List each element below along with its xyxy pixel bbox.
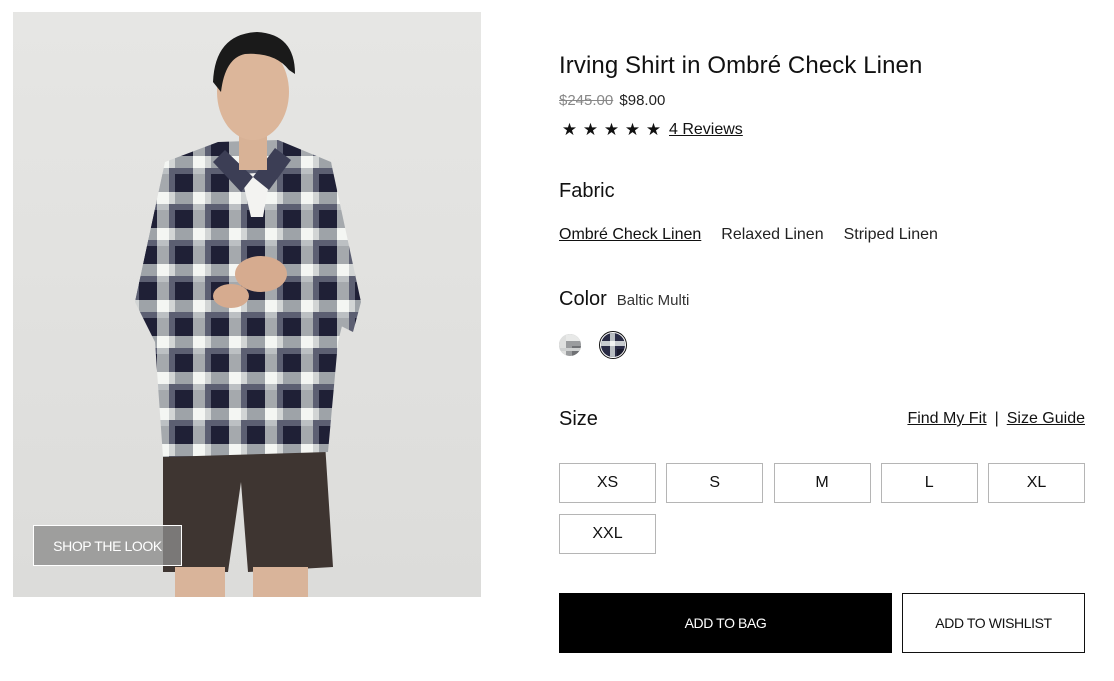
price-row: $245.00 $98.00 xyxy=(559,92,665,109)
grey-check-swatch-icon[interactable] xyxy=(559,334,581,356)
size-button-s[interactable]: S xyxy=(666,463,764,503)
product-title: Irving Shirt in Ombré Check Linen xyxy=(559,52,923,79)
star-icon: ★ xyxy=(645,120,662,139)
rating-row: ★ ★ ★ ★ ★ 4 Reviews xyxy=(559,120,743,140)
baltic-swatch-fill xyxy=(601,333,625,357)
reviews-link[interactable]: 4 Reviews xyxy=(669,121,743,139)
sale-price: $98.00 xyxy=(619,92,666,109)
shop-the-look-label: SHOP THE LOOK xyxy=(53,537,162,554)
color-heading: Color xyxy=(559,288,607,310)
add-to-wishlist-button[interactable]: ADD TO WISHLIST xyxy=(902,593,1085,653)
star-icon: ★ xyxy=(561,120,578,139)
color-row: Color Baltic Multi xyxy=(559,288,689,311)
size-options: XS S M L XL XXL xyxy=(559,463,1085,554)
size-links-separator: | xyxy=(994,410,999,427)
shop-the-look-button[interactable]: SHOP THE LOOK xyxy=(33,525,182,566)
fabric-option-ombre-check-linen[interactable]: Ombré Check Linen xyxy=(559,226,701,244)
fabric-options: Ombré Check Linen Relaxed Linen Striped … xyxy=(559,226,958,244)
add-to-bag-label: ADD TO BAG xyxy=(684,615,767,631)
baltic-check-swatch-icon[interactable] xyxy=(599,331,627,359)
size-button-l[interactable]: L xyxy=(880,463,978,503)
star-icon: ★ xyxy=(624,120,641,139)
size-button-xl[interactable]: XL xyxy=(988,463,1085,503)
star-icon: ★ xyxy=(582,120,599,139)
fabric-option-striped-linen[interactable]: Striped Linen xyxy=(844,226,938,244)
add-to-wishlist-label: ADD TO WISHLIST xyxy=(935,615,1052,631)
size-button-m[interactable]: M xyxy=(773,463,871,503)
size-button-xs[interactable]: XS xyxy=(559,463,656,503)
selected-color-name: Baltic Multi xyxy=(616,292,690,309)
size-guide-link[interactable]: Size Guide xyxy=(1007,410,1085,428)
product-page: SHOP THE LOOK Irving Shirt in Ombré Chec… xyxy=(0,0,1114,681)
size-heading: Size xyxy=(559,408,598,430)
product-info: Irving Shirt in Ombré Check Linen $245.0… xyxy=(559,0,1085,681)
find-my-fit-link[interactable]: Find My Fit xyxy=(907,410,986,428)
original-price: $245.00 xyxy=(559,92,614,109)
star-rating: ★ ★ ★ ★ ★ xyxy=(559,120,664,140)
color-swatches xyxy=(559,331,627,359)
star-icon: ★ xyxy=(603,120,620,139)
fabric-option-relaxed-linen[interactable]: Relaxed Linen xyxy=(721,226,823,244)
product-image[interactable]: SHOP THE LOOK xyxy=(13,12,481,597)
size-button-xxl[interactable]: XXL xyxy=(559,514,656,554)
fabric-heading: Fabric xyxy=(559,180,615,202)
size-links: Find My Fit | Size Guide xyxy=(907,410,1085,428)
model-photo xyxy=(13,12,481,597)
add-to-bag-button[interactable]: ADD TO BAG xyxy=(559,593,892,653)
